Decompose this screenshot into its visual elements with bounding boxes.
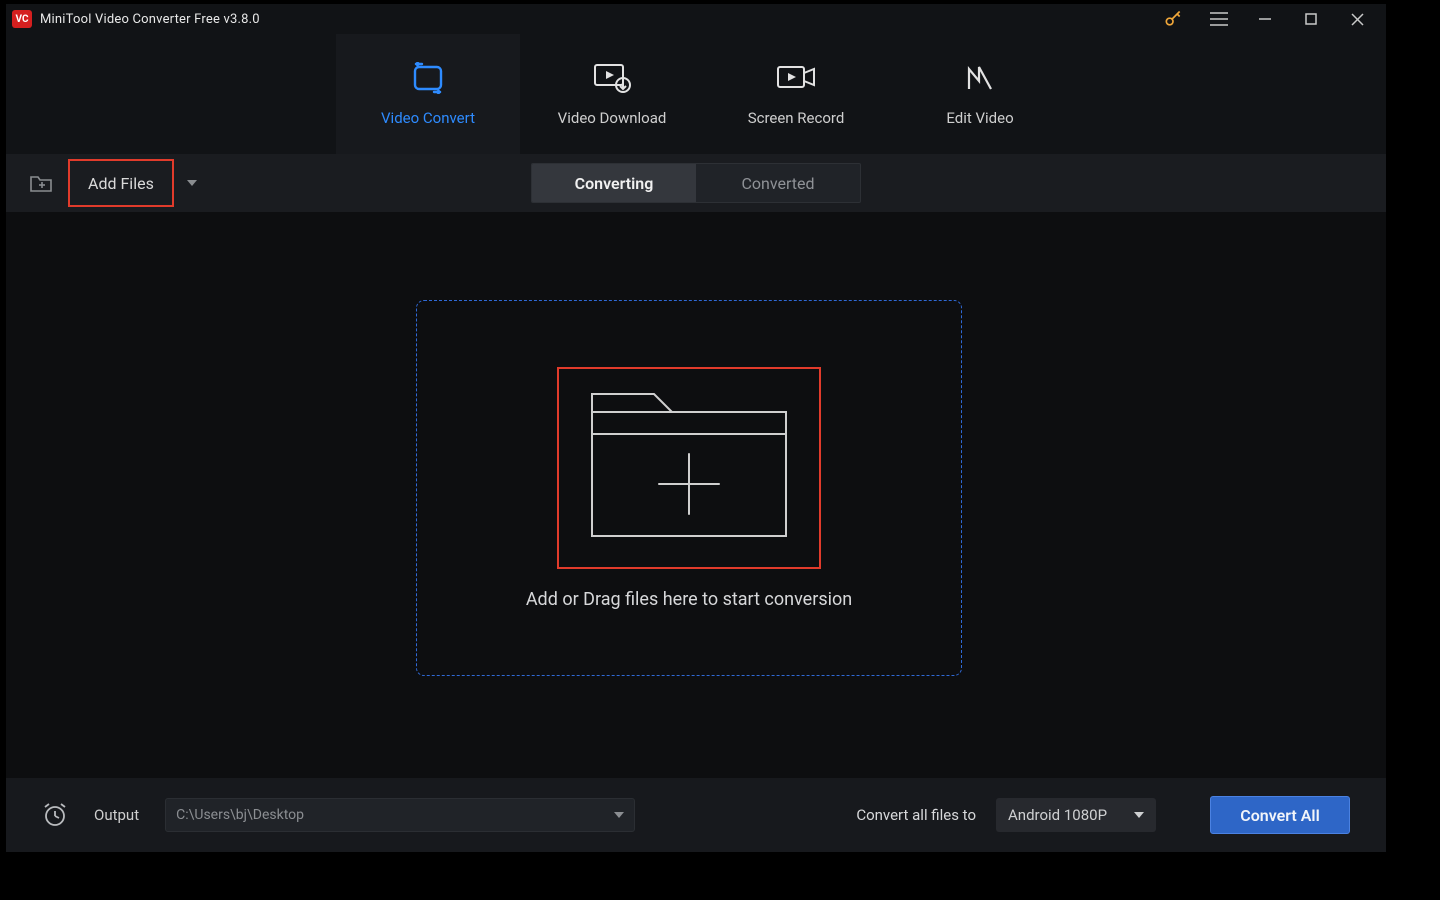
main-area: Add or Drag files here to start conversi… <box>6 212 1386 778</box>
titlebar: VC MiniTool Video Converter Free v3.8.0 <box>6 4 1386 34</box>
convert-all-label: Convert all files to <box>856 806 976 824</box>
edit-video-icon <box>965 61 995 95</box>
tab-label: Screen Record <box>748 109 845 127</box>
file-drop-zone[interactable]: Add or Drag files here to start conversi… <box>416 300 962 676</box>
screen-record-icon <box>776 61 816 95</box>
schedule-button[interactable] <box>42 802 68 828</box>
add-files-button[interactable]: Add Files <box>68 159 174 207</box>
add-files-label: Add Files <box>88 174 154 193</box>
toolbar: Add Files Converting Converted <box>6 154 1386 212</box>
add-files-dropdown[interactable] <box>174 158 210 208</box>
segment-label: Converted <box>741 174 814 193</box>
segment-converting[interactable]: Converting <box>532 164 696 202</box>
tab-video-download[interactable]: Video Download <box>520 34 704 154</box>
close-button[interactable] <box>1334 4 1380 34</box>
maximize-button[interactable] <box>1288 4 1334 34</box>
output-path-selector[interactable]: C:\Users\bj\Desktop <box>165 798 635 832</box>
segment-label: Converting <box>575 174 654 193</box>
drop-zone-highlight <box>557 367 821 569</box>
tab-video-convert[interactable]: Video Convert <box>336 34 520 154</box>
add-folder-button[interactable] <box>14 158 68 208</box>
convert-all-button-label: Convert All <box>1240 806 1319 825</box>
hamburger-menu-button[interactable] <box>1196 4 1242 34</box>
minimize-button[interactable] <box>1242 4 1288 34</box>
chevron-down-icon <box>614 812 624 818</box>
chevron-down-icon <box>187 180 197 186</box>
footer-bar: Output C:\Users\bj\Desktop Convert all f… <box>6 778 1386 852</box>
tab-screen-record[interactable]: Screen Record <box>704 34 888 154</box>
license-key-button[interactable] <box>1150 4 1196 34</box>
tab-label: Video Convert <box>381 109 475 127</box>
output-path-value: C:\Users\bj\Desktop <box>176 807 304 823</box>
top-nav: Video Convert Video Download <box>6 34 1386 154</box>
output-format-selector[interactable]: Android 1080P <box>996 798 1156 832</box>
app-title: MiniTool Video Converter Free v3.8.0 <box>40 12 260 27</box>
chevron-down-icon <box>1134 812 1144 818</box>
conversion-status-segment: Converting Converted <box>531 163 861 203</box>
app-window: VC MiniTool Video Converter Free v3.8.0 <box>6 4 1386 852</box>
output-label: Output <box>94 806 139 824</box>
app-logo-icon: VC <box>12 10 32 28</box>
drop-zone-hint: Add or Drag files here to start conversi… <box>526 589 852 610</box>
output-format-value: Android 1080P <box>1008 806 1107 824</box>
tab-label: Edit Video <box>946 109 1013 127</box>
video-convert-icon <box>410 61 446 95</box>
video-download-icon <box>593 61 631 95</box>
folder-plus-icon <box>584 384 794 552</box>
segment-converted[interactable]: Converted <box>696 164 860 202</box>
convert-all-button[interactable]: Convert All <box>1210 796 1350 834</box>
tab-label: Video Download <box>558 109 667 127</box>
tab-edit-video[interactable]: Edit Video <box>888 34 1072 154</box>
